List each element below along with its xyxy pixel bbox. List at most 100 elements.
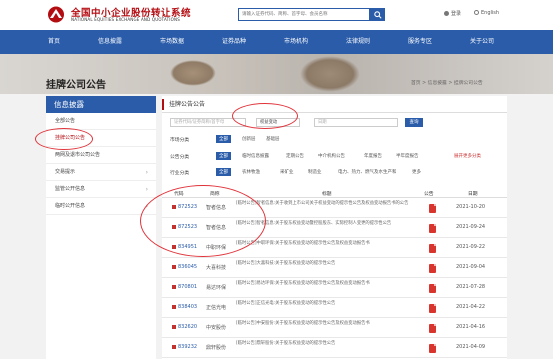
- main-heading-title: 挂牌公告公告: [169, 101, 206, 108]
- filter-option[interactable]: 全部: [216, 168, 231, 176]
- filter-option[interactable]: 基础层: [266, 136, 280, 142]
- filter-option[interactable]: 年度报告: [364, 153, 382, 159]
- breadcrumb[interactable]: 首页 > 信息披露 > 挂牌公司公告: [411, 79, 483, 86]
- sidebar-item-all[interactable]: 全部公告: [46, 113, 156, 130]
- row-title-link[interactable]: [临时公告]大喜科技:关于股东权益变动的提示性公告: [236, 260, 416, 268]
- pdf-icon[interactable]: [429, 284, 436, 293]
- pdf-icon[interactable]: [429, 324, 436, 333]
- sidebar-item-regulatory[interactable]: 监管公开信息 ›: [46, 181, 156, 198]
- row-title-link[interactable]: [临时公告]中安股份:关于股东权益变动的提示性公告及权益变动报告书: [236, 320, 416, 328]
- filter-option[interactable]: 半年度报告: [396, 153, 419, 159]
- th-code: 代码: [174, 192, 184, 197]
- row-title-link[interactable]: [临时公告]中职环保:关于股东权益变动的提示性公告及权益变动报告书: [236, 240, 416, 248]
- row-code: 872523: [178, 204, 198, 210]
- keyword-input[interactable]: 权益变动: [256, 118, 300, 127]
- row-date: 2021-09-22: [456, 244, 486, 250]
- row-code-link[interactable]: 832620: [172, 324, 197, 330]
- row-code-link[interactable]: 838403: [172, 304, 197, 310]
- table-row: 836045 大喜科技 [临时公告]大喜科技:关于股东权益变动的提示性公告 2021-…: [162, 259, 507, 278]
- row-title-link[interactable]: [临时公告]正信光电:关于股东权益变动的提示性公告: [236, 300, 416, 308]
- sidebar-item-label: 交易提示: [55, 169, 76, 175]
- site-search-input[interactable]: [239, 9, 359, 20]
- nav-item-services[interactable]: 服务专区: [408, 30, 432, 54]
- query-button[interactable]: 查询: [405, 118, 423, 127]
- sidebar-item-label: 临时公开信息: [55, 203, 86, 209]
- row-name[interactable]: 智者信息: [206, 204, 226, 211]
- pdf-icon[interactable]: [429, 224, 436, 233]
- sidebar-item-delisted[interactable]: 两网及退市公司公告: [46, 147, 156, 164]
- table-row: 834951 中职环保 [临时公告]中职环保:关于股东权益变动的提示性公告及权益变动…: [162, 239, 507, 258]
- english-label: English: [481, 10, 500, 16]
- banner-coin-image: [170, 60, 216, 86]
- filter-label-industry: 行业分类: [170, 171, 190, 176]
- row-name[interactable]: 中职环保: [206, 244, 226, 251]
- filter-option[interactable]: 创新层: [242, 136, 256, 142]
- row-code: 838403: [178, 304, 198, 310]
- row-code-link[interactable]: 839232: [172, 344, 197, 350]
- filter-option[interactable]: 更多: [412, 169, 421, 175]
- row-title-link[interactable]: [临时公告]智者信息:关于股东权益变动暨控股股东、实际控制人变更的提示性公告: [236, 220, 416, 228]
- main-panel: 挂牌公告公告 证券代码/证券简称/首字母 权益变动 日期 查询 市场分类 全部 …: [162, 96, 507, 359]
- filter-option[interactable]: 全部: [216, 152, 231, 160]
- pdf-icon[interactable]: [429, 264, 436, 273]
- expand-more-link[interactable]: 展开更多分类: [454, 153, 481, 159]
- row-title-link[interactable]: [临时公告]鼎轩股份:关于股东权益变动的提示性公告: [236, 340, 416, 348]
- sidebar-item-listed-announcements[interactable]: 挂牌公司公告: [46, 130, 156, 147]
- sidebar-item-label: 两网及退市公司公告: [55, 152, 101, 158]
- row-name[interactable]: 正信光电: [206, 304, 226, 311]
- main-heading: 挂牌公告公告: [162, 96, 507, 113]
- table-row: 870801 易达环保 [临时公告]易达环保:关于股东权益变动的提示性公告及权益变动…: [162, 279, 507, 298]
- table-row: 838403 正信光电 [临时公告]正信光电:关于股东权益变动的提示性公告 2021-…: [162, 299, 507, 318]
- pdf-icon[interactable]: [429, 244, 436, 253]
- site-search-button[interactable]: [370, 8, 385, 21]
- filter-option[interactable]: 全部: [216, 135, 231, 143]
- english-link[interactable]: English: [474, 10, 499, 16]
- filter-option[interactable]: 临时信息披露: [242, 153, 269, 159]
- code-input[interactable]: 证券代码/证券简称/首字母: [170, 118, 246, 127]
- sidebar-item-label: 挂牌公司公告: [55, 135, 86, 141]
- sidebar-item-temp-info[interactable]: 临时公开信息 ›: [46, 198, 156, 215]
- main-nav: 首页 信息披露 市场数据 证券品种 市场机构 法律规则 服务专区 关于公司: [0, 30, 553, 54]
- row-code-link[interactable]: 870801: [172, 284, 197, 290]
- sidebar-item-trading-tips[interactable]: 交易提示 ›: [46, 164, 156, 181]
- row-code: 832620: [178, 324, 198, 330]
- row-date: 2021-04-16: [456, 324, 486, 330]
- nav-item-about[interactable]: 关于公司: [470, 30, 494, 54]
- row-name[interactable]: 中安股份: [206, 324, 226, 331]
- row-name[interactable]: 智者信息: [206, 224, 226, 231]
- pdf-icon[interactable]: [429, 344, 436, 353]
- row-title-link[interactable]: [临时公告]智者信息:关于收到上市公司关于权益变动的提示性公告及权益变动报告书的…: [236, 200, 416, 208]
- row-code: 872523: [178, 224, 198, 230]
- row-name[interactable]: 易达环保: [206, 284, 226, 291]
- date-input[interactable]: 日期: [314, 118, 398, 127]
- row-code: 839232: [178, 344, 198, 350]
- nav-item-disclosure[interactable]: 信息披露: [98, 30, 122, 54]
- nav-item-securities[interactable]: 证券品种: [222, 30, 246, 54]
- filter-option[interactable]: 中介机构公告: [318, 153, 345, 159]
- pdf-icon[interactable]: [429, 304, 436, 313]
- row-title-link[interactable]: [临时公告]易达环保:关于股东权益变动的提示性公告及权益变动报告书: [236, 280, 416, 288]
- stock-badge-icon: [172, 224, 176, 229]
- row-name[interactable]: 鼎轩股份: [206, 344, 226, 351]
- filter-option[interactable]: 农林牧渔: [242, 169, 260, 175]
- filter-option[interactable]: 采矿业: [280, 169, 294, 175]
- filter-option[interactable]: 电力、热力、燃气及水生产和供应业: [338, 169, 396, 175]
- filter-option[interactable]: 制造业: [308, 169, 322, 175]
- row-date: 2021-04-22: [456, 304, 486, 310]
- login-link[interactable]: 登录: [444, 10, 461, 17]
- nav-item-rules[interactable]: 法律规则: [346, 30, 370, 54]
- sidebar-item-label: 全部公告: [55, 118, 76, 124]
- row-code-link[interactable]: 834951: [172, 244, 197, 250]
- row-name[interactable]: 大喜科技: [206, 264, 226, 271]
- nequ-logo[interactable]: [46, 6, 66, 23]
- filter-label-market: 市场分类: [170, 138, 190, 143]
- nav-item-institutions[interactable]: 市场机构: [284, 30, 308, 54]
- pdf-icon[interactable]: [429, 204, 436, 213]
- row-date: 2021-04-09: [456, 344, 486, 350]
- filter-option[interactable]: 定期公告: [286, 153, 304, 159]
- row-code-link[interactable]: 836045: [172, 264, 197, 270]
- row-code-link[interactable]: 872523: [172, 204, 197, 210]
- row-code-link[interactable]: 872523: [172, 224, 197, 230]
- nav-item-home[interactable]: 首页: [48, 30, 60, 54]
- nav-item-market-data[interactable]: 市场数据: [160, 30, 184, 54]
